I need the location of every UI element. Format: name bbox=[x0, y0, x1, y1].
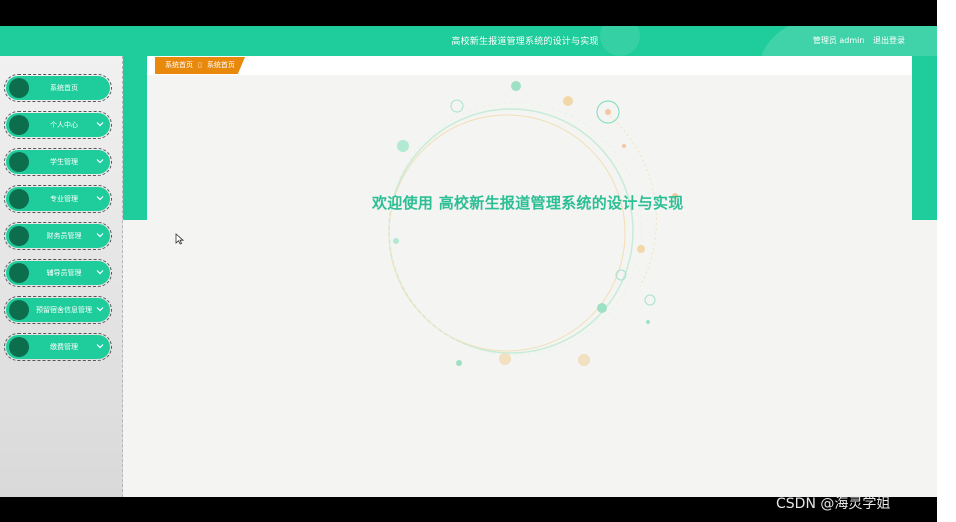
watermark-text: CSDN @海灵学姐 bbox=[776, 496, 891, 512]
welcome-heading: 欢迎使用 高校新生报道管理系统的设计与实现 bbox=[372, 194, 684, 212]
app-window: 高校新生报道管理系统的设计与实现 管理员 admin 退出登录 系统首页 个人中… bbox=[0, 26, 937, 497]
screen-letterbox-top bbox=[0, 0, 937, 26]
welcome-decoration-graphic bbox=[388, 81, 678, 366]
mouse-cursor-icon bbox=[175, 233, 184, 245]
